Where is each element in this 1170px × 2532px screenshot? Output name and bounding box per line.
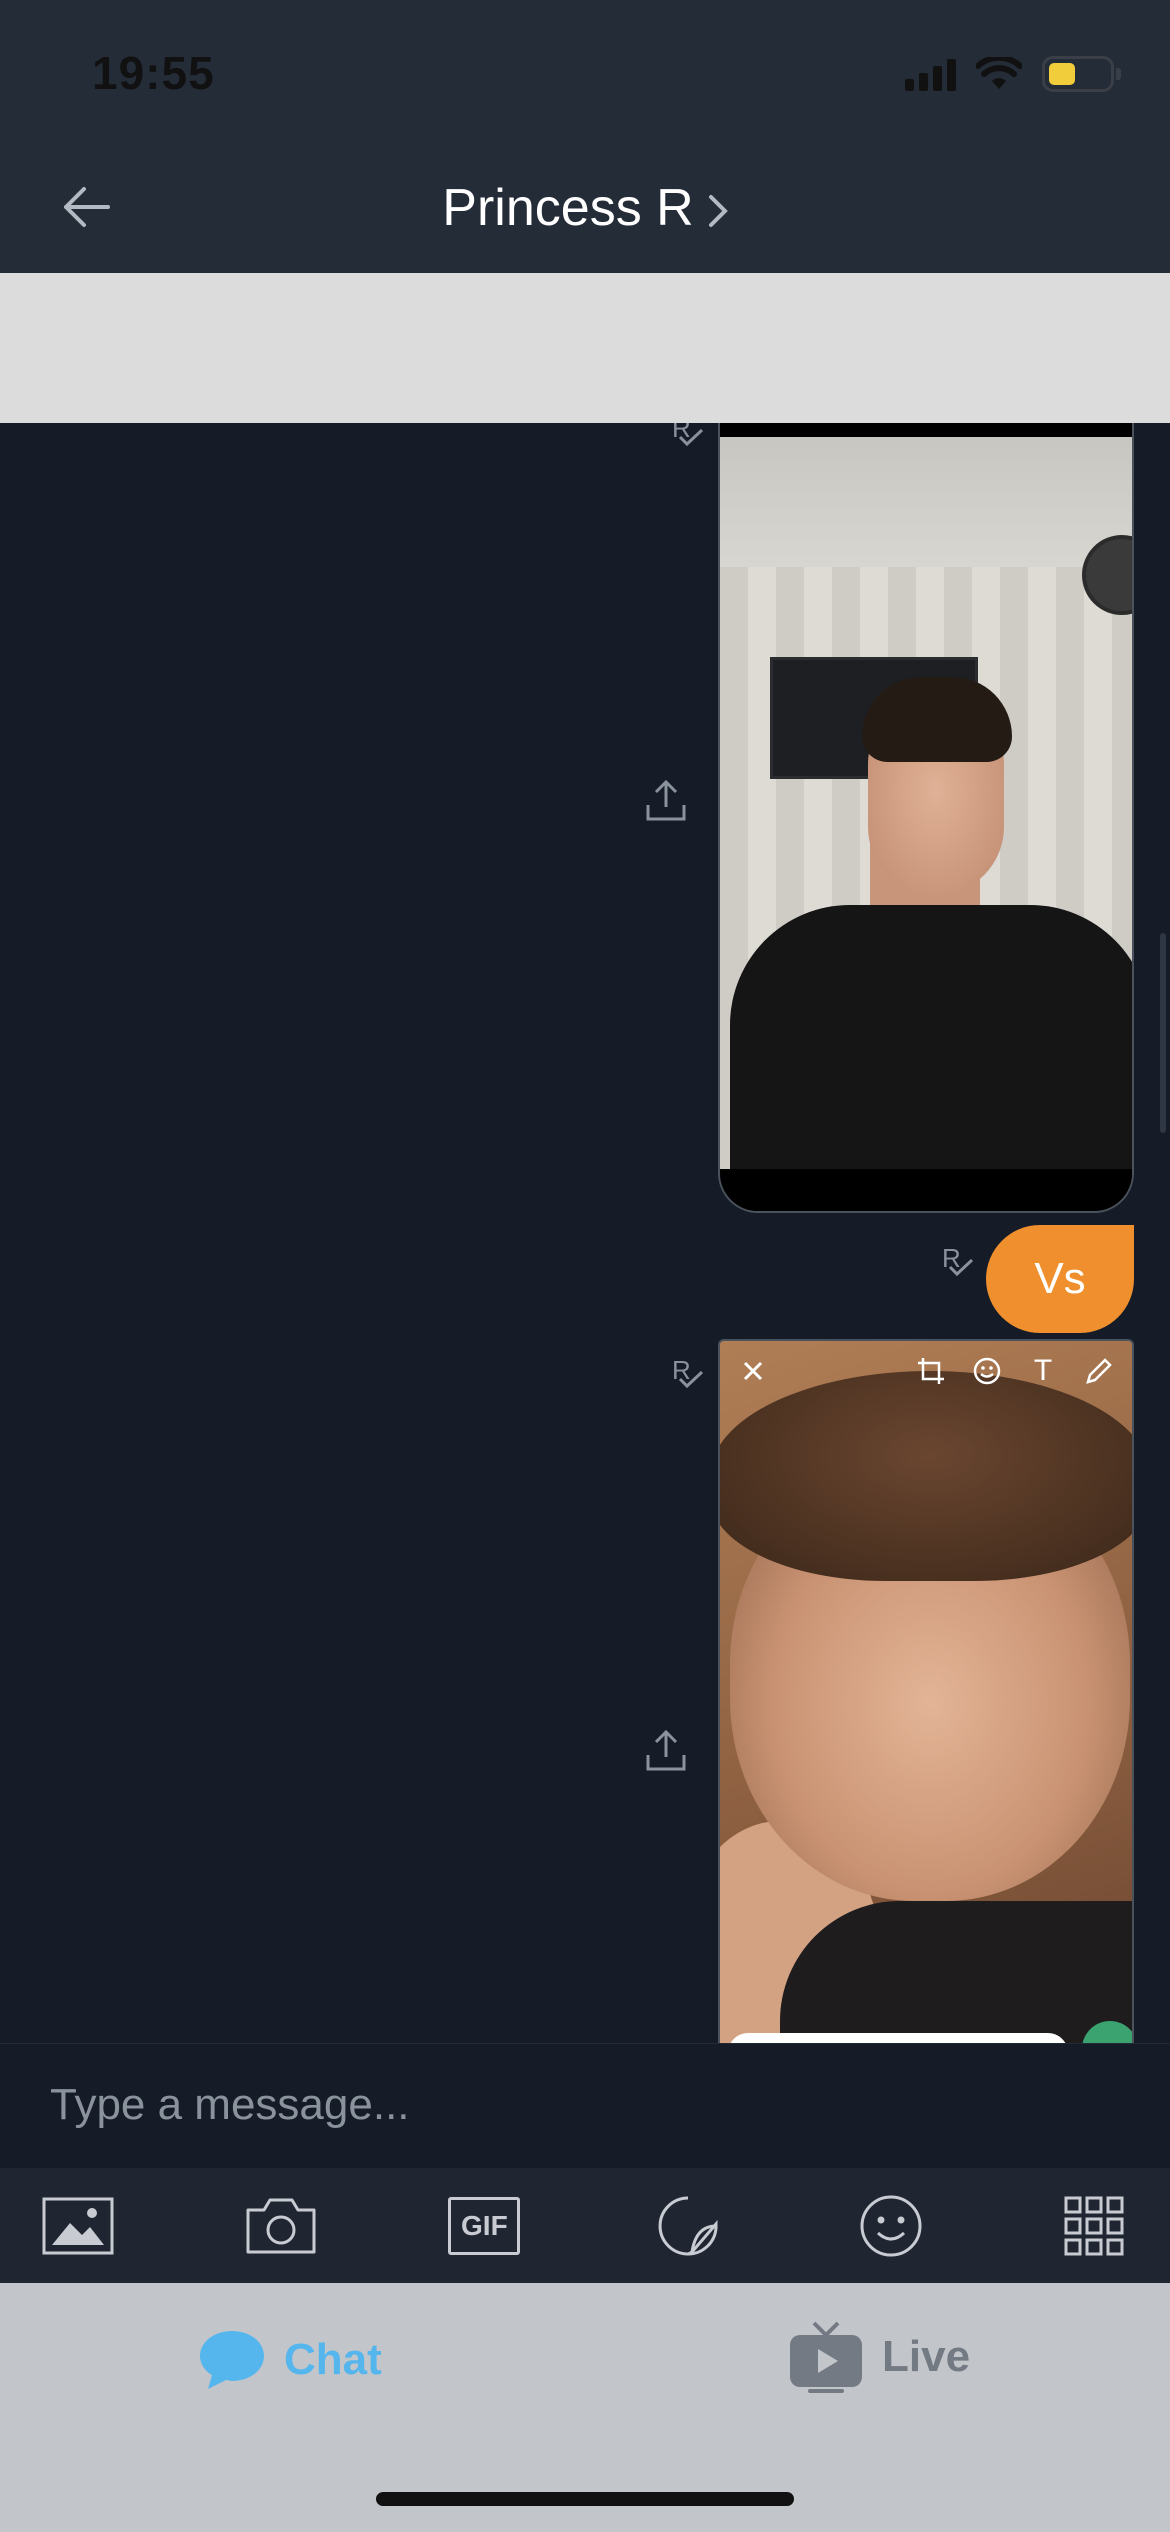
image-message-1[interactable]	[718, 423, 1134, 1213]
image-editor-toolbar: T	[720, 1341, 1132, 1401]
status-time: 19:55	[92, 47, 215, 99]
banner-placeholder	[0, 273, 1170, 423]
tab-live[interactable]: Live	[788, 2319, 970, 2395]
pencil-icon[interactable]	[1082, 1354, 1116, 1388]
wifi-icon	[976, 57, 1022, 89]
emoji-button[interactable]	[853, 2188, 929, 2264]
message-input[interactable]: Type a message...	[0, 2043, 1170, 2168]
sticker-button[interactable]	[650, 2188, 726, 2264]
conversation-title-button[interactable]: Princess R	[0, 178, 1170, 241]
apps-grid-button[interactable]	[1056, 2188, 1132, 2264]
crop-icon[interactable]	[914, 1354, 948, 1388]
share-icon[interactable]	[644, 779, 688, 823]
read-receipt-icon: R	[672, 423, 704, 447]
battery-icon	[1042, 56, 1121, 92]
read-receipt-icon: R	[942, 1243, 974, 1277]
text-message-bubble[interactable]: Vs	[986, 1225, 1134, 1333]
home-indicator[interactable]	[376, 2492, 794, 2506]
message-list[interactable]: R R Vs R T	[0, 423, 1170, 2043]
chevron-right-icon	[708, 181, 728, 241]
gif-button[interactable]: GIF	[446, 2188, 522, 2264]
gallery-button[interactable]	[40, 2188, 116, 2264]
gallery-icon	[42, 2197, 114, 2254]
emoji-icon	[860, 2195, 922, 2256]
image-message-2[interactable]: T	[718, 1339, 1134, 2043]
emoji-icon[interactable]	[970, 1354, 1004, 1388]
tab-chat-label: Chat	[284, 2335, 382, 2384]
top-header: 19:55 Princess R	[0, 0, 1170, 273]
tv-icon	[790, 2321, 862, 2393]
attachment-bar: GIF	[0, 2168, 1170, 2283]
read-receipt-icon: R	[672, 1355, 704, 1389]
sticker-icon	[658, 2196, 718, 2255]
close-icon[interactable]	[736, 1354, 770, 1388]
share-icon[interactable]	[644, 1729, 688, 1773]
tab-chat[interactable]: Chat	[198, 2329, 382, 2391]
gif-icon: GIF	[448, 2196, 521, 2255]
camera-button[interactable]	[243, 2188, 319, 2264]
tab-live-label: Live	[882, 2332, 971, 2381]
cellular-signal-icon	[905, 57, 956, 91]
camera-icon	[246, 2198, 316, 2253]
message-text: Vs	[1034, 1254, 1086, 1303]
contact-name: Princess R	[442, 179, 694, 237]
status-icons	[905, 52, 1121, 96]
chat-bubble-icon	[200, 2331, 264, 2389]
text-icon[interactable]: T	[1026, 1354, 1060, 1388]
apps-grid-icon	[1064, 2196, 1124, 2255]
scrollbar[interactable]	[1160, 933, 1166, 1133]
message-input-placeholder: Type a message...	[50, 2080, 410, 2129]
